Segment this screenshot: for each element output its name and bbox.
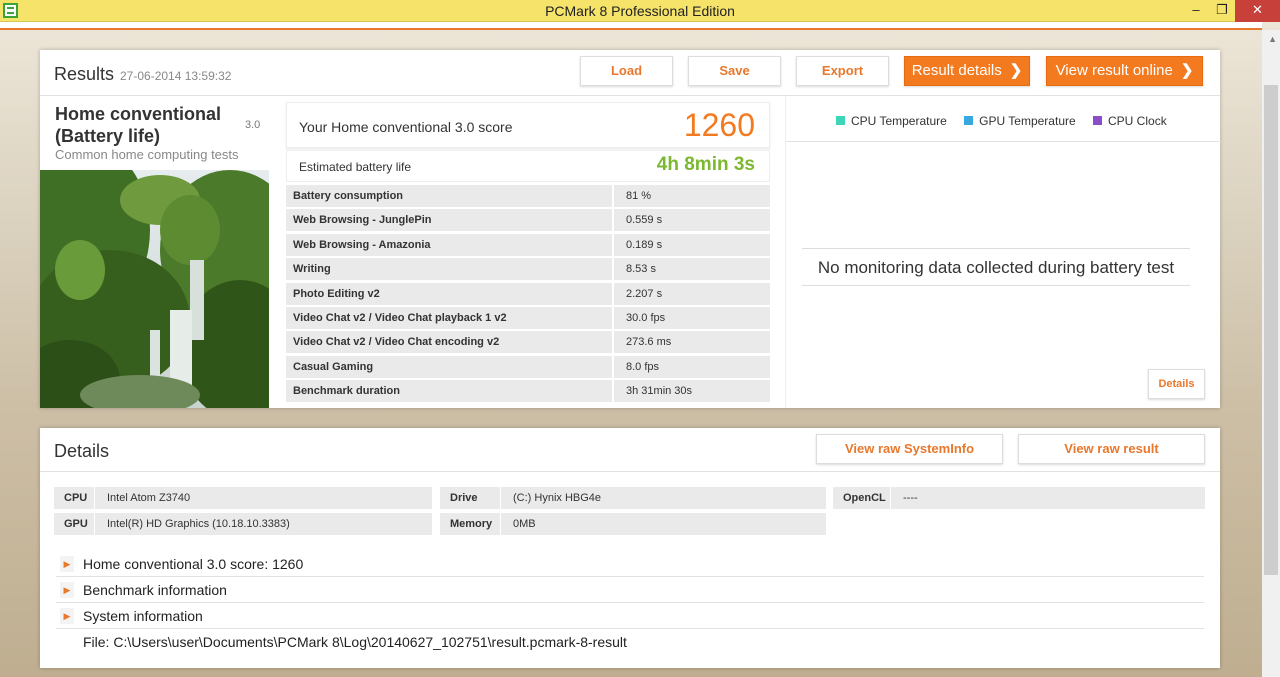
cpu-value: Intel Atom Z3740 [95, 487, 432, 509]
scroll-up-icon[interactable]: ▲ [1268, 34, 1277, 44]
test-description: Common home computing tests [55, 147, 239, 162]
legend-label: CPU Clock [1108, 114, 1167, 128]
view-raw-result-button[interactable]: View raw result [1018, 434, 1205, 464]
table-row: Benchmark duration 3h 31min 30s [286, 379, 770, 403]
subscore-value: 3h 31min 30s [614, 380, 770, 403]
expander-benchmark-information[interactable]: ▶ Benchmark information [56, 577, 1204, 603]
monitoring-details-button[interactable]: Details [1148, 369, 1205, 399]
subscore-name: Casual Gaming [286, 355, 612, 378]
table-row: Battery consumption 81 % [286, 184, 770, 208]
details-panel: Details View raw SystemInfo View raw res… [40, 428, 1220, 668]
result-details-button[interactable]: Result details ❯ [904, 56, 1030, 86]
test-version: 3.0 [245, 119, 261, 131]
chevron-right-icon: ❯ [1180, 62, 1194, 79]
memory-label: Memory [440, 513, 500, 535]
subscore-value: 8.0 fps [614, 355, 770, 378]
results-timestamp: 27-06-2014 13:59:32 [120, 69, 232, 83]
gpu-label: GPU [54, 513, 94, 535]
monitoring-area: CPU Temperature GPU Temperature CPU Cloc… [785, 96, 1221, 408]
legend-item-cpu-temperature[interactable]: CPU Temperature [836, 114, 947, 128]
drive-value: (C:) Hynix HBG4e [501, 487, 826, 509]
table-row: Casual Gaming 8.0 fps [286, 355, 770, 379]
battery-label: Estimated battery life [299, 160, 412, 174]
subscore-value: 273.6 ms [614, 331, 770, 354]
gpu-value: Intel(R) HD Graphics (10.18.10.3383) [95, 513, 432, 535]
score-label: Your Home conventional 3.0 score [299, 119, 513, 135]
save-button[interactable]: Save [688, 56, 781, 86]
subscore-name: Web Browsing - Amazonia [286, 233, 612, 256]
monitor-divider [786, 141, 1221, 142]
result-file-path: File: C:\Users\user\Documents\PCMark 8\L… [83, 634, 627, 650]
results-title: Results [54, 64, 115, 84]
title-bar: PCMark 8 Professional Edition – ❐ ✕ [0, 0, 1280, 22]
subscore-value: 30.0 fps [614, 306, 770, 329]
load-button[interactable]: Load [580, 56, 673, 86]
subscore-name: Writing [286, 258, 612, 281]
subscore-name: Video Chat v2 / Video Chat playback 1 v2 [286, 306, 612, 329]
subscore-value: 2.207 s [614, 282, 770, 305]
battery-row: Estimated battery life 4h 8min 3s [286, 150, 770, 182]
details-title: Details [54, 441, 110, 461]
expander-score[interactable]: ▶ Home conventional 3.0 score: 1260 [56, 551, 1204, 577]
subscore-name: Video Chat v2 / Video Chat encoding v2 [286, 331, 612, 354]
opencl-label: OpenCL [833, 487, 890, 509]
battery-value: 4h 8min 3s [656, 154, 755, 175]
close-button[interactable]: ✕ [1235, 0, 1280, 22]
details-divider [40, 471, 1220, 472]
score-row: Your Home conventional 3.0 score 1260 [286, 102, 770, 148]
expand-arrow-icon[interactable]: ▶ [60, 556, 74, 572]
export-button[interactable]: Export [796, 56, 889, 86]
legend-label: GPU Temperature [979, 114, 1076, 128]
subscores-table: Battery consumption 81 % Web Browsing - … [286, 184, 770, 404]
results-panel: Results 27-06-2014 13:59:32 Load Save Ex… [40, 50, 1221, 408]
legend-swatch [836, 116, 845, 125]
legend-item-gpu-temperature[interactable]: GPU Temperature [964, 114, 1076, 128]
expander-label: Benchmark information [83, 582, 227, 598]
expand-arrow-icon[interactable]: ▶ [60, 608, 74, 624]
table-row: Photo Editing v2 2.207 s [286, 282, 770, 306]
subscore-name: Battery consumption [286, 185, 612, 207]
table-row: Web Browsing - JunglePin 0.559 s [286, 208, 770, 232]
cpu-label: CPU [54, 487, 94, 509]
subscore-name: Benchmark duration [286, 380, 612, 403]
opencl-value: ---- [891, 487, 1205, 509]
expand-arrow-icon[interactable]: ▶ [60, 582, 74, 598]
subscore-name: Web Browsing - JunglePin [286, 209, 612, 232]
subscore-value: 8.53 s [614, 258, 770, 281]
subscore-name: Photo Editing v2 [286, 282, 612, 305]
legend-swatch [1093, 116, 1103, 125]
table-row: Writing 8.53 s [286, 257, 770, 281]
memory-value: 0MB [501, 513, 826, 535]
test-image [40, 170, 269, 408]
view-raw-systeminfo-button[interactable]: View raw SystemInfo [816, 434, 1003, 464]
score-value: 1260 [683, 107, 755, 143]
expander-label: Home conventional 3.0 score: 1260 [83, 556, 304, 572]
test-card: Home conventional (Battery life) 3.0 Com… [40, 96, 270, 408]
window-title: PCMark 8 Professional Edition [545, 3, 735, 19]
expander-system-information[interactable]: ▶ System information [56, 603, 1204, 629]
result-details-label: Result details [911, 62, 1002, 79]
expander-label: System information [83, 608, 203, 624]
legend-label: CPU Temperature [851, 114, 947, 128]
subscore-value: 0.189 s [614, 233, 770, 256]
view-result-online-label: View result online [1055, 62, 1173, 79]
subscore-value: 0.559 s [614, 209, 770, 232]
chevron-right-icon: ❯ [1009, 62, 1023, 79]
table-row: Web Browsing - Amazonia 0.189 s [286, 233, 770, 257]
scrollbar[interactable]: ▲ [1262, 30, 1280, 677]
legend-swatch [964, 116, 974, 125]
maximize-button[interactable]: ❐ [1207, 0, 1237, 22]
monitoring-legend: CPU Temperature GPU Temperature CPU Cloc… [836, 114, 1181, 128]
test-name: Home conventional (Battery life) [55, 104, 222, 146]
view-result-online-button[interactable]: View result online ❯ [1046, 56, 1203, 86]
table-row: Video Chat v2 / Video Chat encoding v2 2… [286, 330, 770, 354]
subscore-value: 81 % [614, 185, 770, 207]
table-row: Video Chat v2 / Video Chat playback 1 v2… [286, 306, 770, 330]
header-strip [0, 22, 1262, 30]
waterfall-image [40, 170, 269, 408]
scroll-thumb[interactable] [1264, 85, 1278, 575]
drive-label: Drive [440, 487, 500, 509]
monitoring-message: No monitoring data collected during batt… [802, 248, 1190, 286]
legend-item-cpu-clock[interactable]: CPU Clock [1093, 114, 1167, 128]
